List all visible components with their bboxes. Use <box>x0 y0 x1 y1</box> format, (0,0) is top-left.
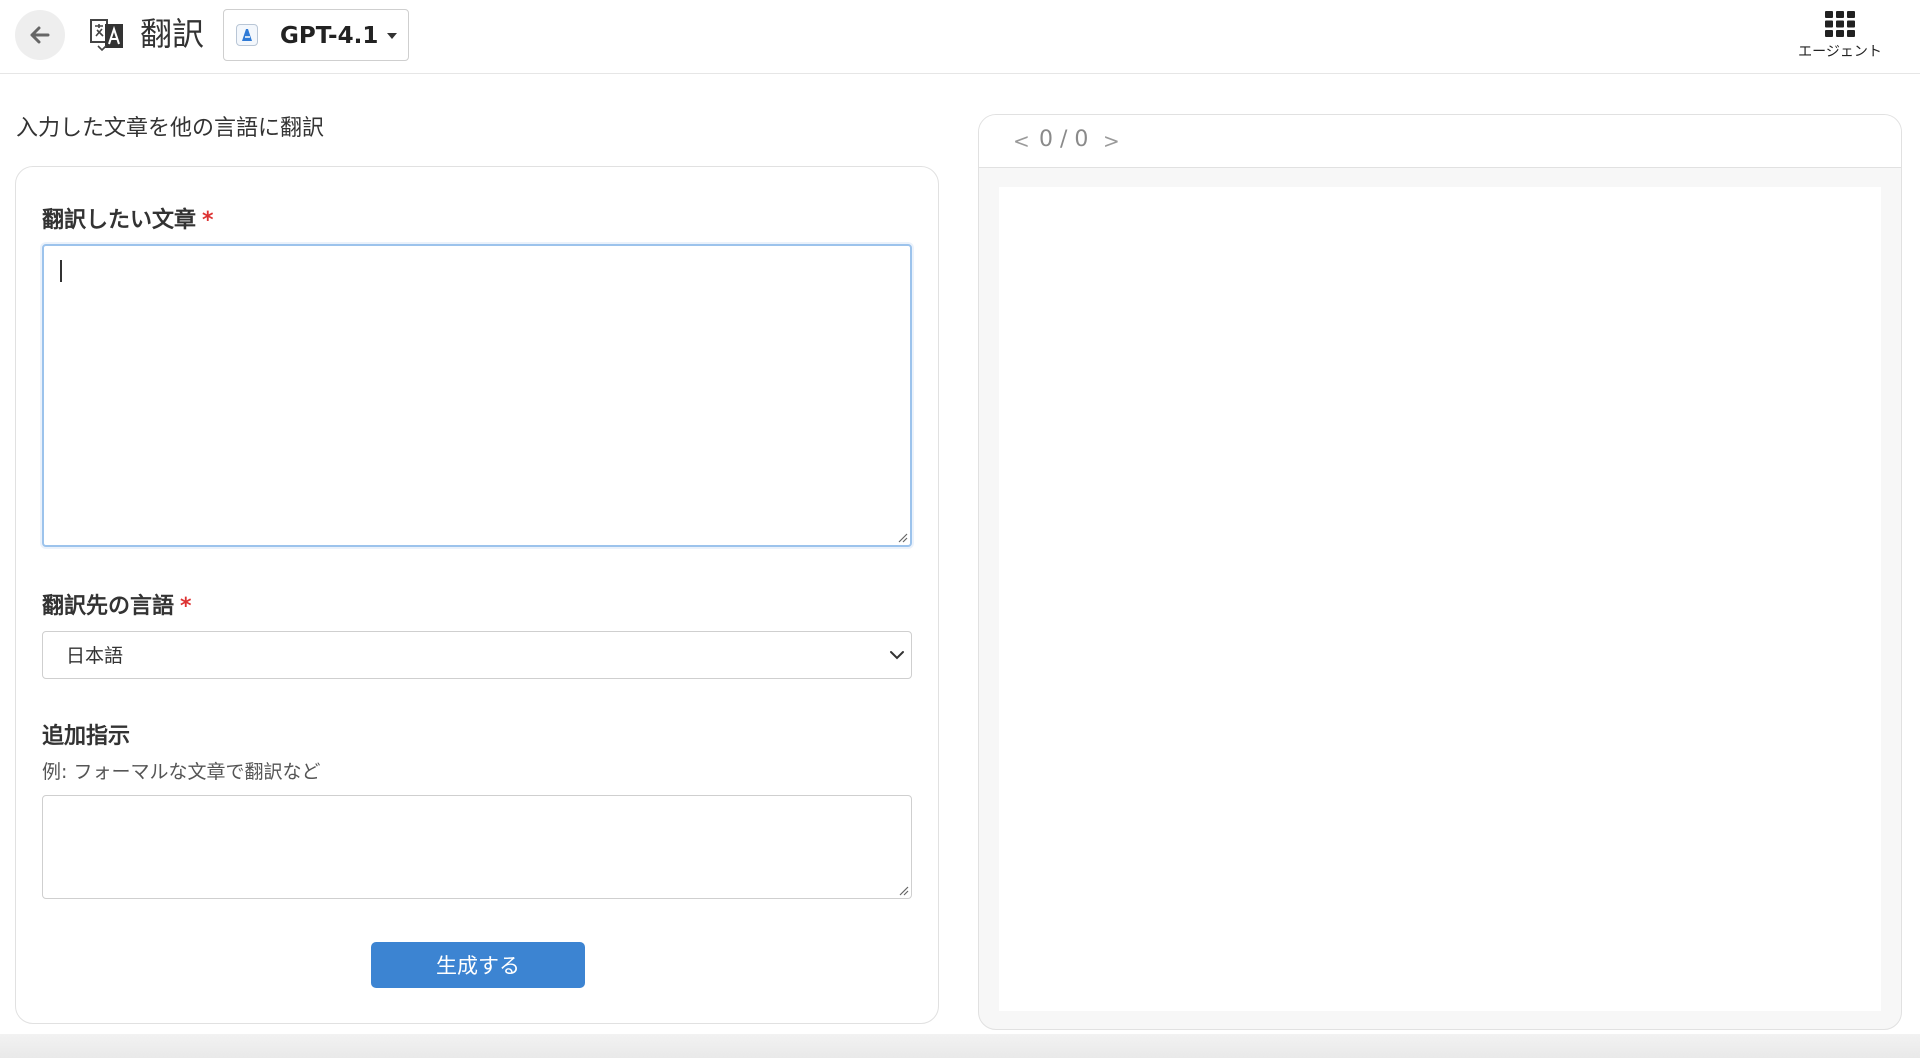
top-bar: 翻訳 GPT-4.1 エージェント <box>0 0 1920 74</box>
source-text-label-text: 翻訳したい文章 <box>42 208 197 233</box>
model-select[interactable]: GPT-4.1 <box>223 9 409 61</box>
prev-page-button[interactable]: < <box>1013 129 1030 153</box>
agent-label: エージェント <box>1798 44 1882 60</box>
translation-form: 翻訳したい文章 * 翻訳先の言語 * 日本語 追加指示 例: フォーマルな文章で翻訳… <box>15 166 939 1024</box>
text-cursor <box>60 260 62 282</box>
extra-instruction-hint: 例: フォーマルな文章で翻訳など <box>42 761 321 783</box>
extra-instruction-input[interactable] <box>42 795 912 899</box>
target-language-value: 日本語 <box>66 645 124 667</box>
target-language-label: 翻訳先の言語 * <box>42 593 192 621</box>
generate-button[interactable]: 生成する <box>371 942 585 988</box>
model-provider-icon <box>236 24 258 46</box>
source-text-label: 翻訳したい文章 * <box>42 207 214 235</box>
target-language-select[interactable]: 日本語 <box>42 631 912 679</box>
page-title: 翻訳 <box>140 15 205 53</box>
page-counter: 0 / 0 <box>1039 127 1089 152</box>
required-mark: * <box>180 594 192 619</box>
source-text-input[interactable] <box>42 244 912 547</box>
target-language-label-text: 翻訳先の言語 <box>42 594 175 619</box>
chevron-down-icon <box>890 651 904 660</box>
model-select-label: GPT-4.1 <box>280 23 379 49</box>
bottom-shadow <box>0 1034 1920 1058</box>
result-output <box>999 187 1881 1011</box>
translate-icon <box>90 19 123 52</box>
required-mark: * <box>202 208 214 233</box>
resize-handle-icon[interactable] <box>897 884 909 896</box>
agent-button[interactable]: エージェント <box>1790 8 1890 64</box>
back-button[interactable] <box>15 10 65 60</box>
result-panel: < 0 / 0 > <box>978 114 1902 1030</box>
caret-down-icon <box>387 33 397 39</box>
extra-instruction-label: 追加指示 <box>42 724 131 749</box>
resize-handle-icon[interactable] <box>896 531 908 543</box>
result-pager: < 0 / 0 > <box>979 115 1901 168</box>
next-page-button[interactable]: > <box>1103 129 1120 153</box>
page-description: 入力した文章を他の言語に翻訳 <box>16 116 325 141</box>
apps-grid-icon <box>1825 11 1855 37</box>
arrow-left-icon <box>30 26 50 44</box>
